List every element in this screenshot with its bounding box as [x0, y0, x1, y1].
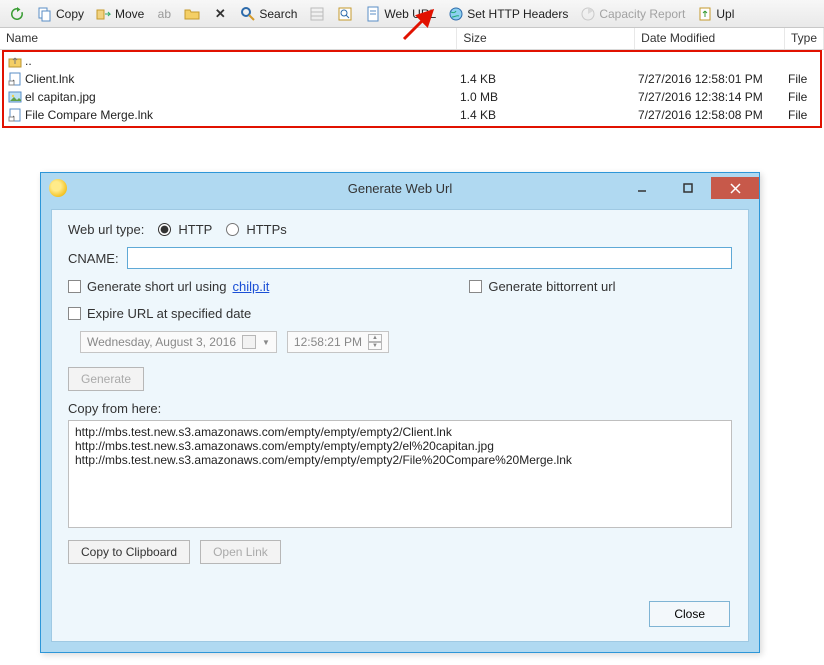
file-row-up[interactable]: ..	[4, 52, 820, 70]
copy-icon	[37, 6, 53, 22]
shortcut-icon	[8, 72, 22, 86]
close-button[interactable]: Close	[649, 601, 730, 627]
up-folder-icon	[8, 54, 22, 68]
file-row[interactable]: Client.lnk 1.4 KB 7/27/2016 12:58:01 PM …	[4, 70, 820, 88]
url-output[interactable]: http://mbs.test.new.s3.amazonaws.com/emp…	[68, 420, 732, 528]
col-date[interactable]: Date Modified	[635, 28, 785, 49]
delete-button[interactable]: ✕	[207, 3, 233, 25]
calendar-icon	[242, 335, 256, 349]
file-type: File	[788, 108, 820, 122]
file-date: 7/27/2016 12:58:08 PM	[638, 108, 788, 122]
copy-from-label: Copy from here:	[68, 401, 732, 416]
globe-icon	[448, 6, 464, 22]
maximize-button[interactable]	[665, 177, 711, 199]
checkbox-icon	[68, 280, 81, 293]
col-size[interactable]: Size	[457, 28, 635, 49]
chk-bittorrent[interactable]: Generate bittorrent url	[469, 279, 615, 294]
file-size: 1.4 KB	[460, 108, 638, 122]
file-date: 7/27/2016 12:38:14 PM	[638, 90, 788, 104]
preview-icon	[337, 6, 353, 22]
web-url-type-label: Web url type:	[68, 222, 144, 237]
file-name: el capitan.jpg	[25, 90, 96, 104]
chk-expire[interactable]: Expire URL at specified date	[68, 306, 732, 321]
web-url-button[interactable]: Web URL	[360, 3, 441, 25]
search-label: Search	[259, 7, 297, 21]
generate-button[interactable]: Generate	[68, 367, 144, 391]
file-type: File	[788, 90, 820, 104]
url-line: http://mbs.test.new.s3.amazonaws.com/emp…	[75, 439, 725, 453]
checkbox-icon	[68, 307, 81, 320]
app-icon	[49, 179, 67, 197]
search-icon	[240, 6, 256, 22]
main-toolbar: Copy Move ab ✕ Search Web URL	[0, 0, 824, 28]
file-name: File Compare Merge.lnk	[25, 108, 153, 122]
file-size: 1.4 KB	[460, 72, 638, 86]
file-type: File	[788, 72, 820, 86]
dialog-body: Web url type: HTTP HTTPs CNAME: Generate…	[51, 209, 749, 642]
rename-icon: ab	[156, 6, 172, 22]
open-folder-button[interactable]	[179, 3, 205, 25]
grid-button[interactable]	[304, 3, 330, 25]
copy-label: Copy	[56, 7, 84, 21]
capacity-button[interactable]: Capacity Report	[575, 3, 690, 25]
url-line: http://mbs.test.new.s3.amazonaws.com/emp…	[75, 453, 725, 467]
chilp-link[interactable]: chilp.it	[232, 279, 269, 294]
folder-open-icon	[184, 6, 200, 22]
file-row[interactable]: File Compare Merge.lnk 1.4 KB 7/27/2016 …	[4, 106, 820, 124]
web-url-label: Web URL	[384, 7, 436, 21]
capacity-label: Capacity Report	[599, 7, 685, 21]
refresh-icon	[9, 6, 25, 22]
col-type[interactable]: Type	[785, 28, 824, 49]
open-link-button[interactable]: Open Link	[200, 540, 281, 564]
window-close-button[interactable]	[711, 177, 759, 199]
radio-http-input[interactable]	[158, 223, 171, 236]
dialog-titlebar[interactable]: Generate Web Url	[41, 173, 759, 203]
set-headers-label: Set HTTP Headers	[467, 7, 568, 21]
col-name[interactable]: Name	[0, 28, 457, 49]
file-name: Client.lnk	[25, 72, 74, 86]
move-icon	[96, 6, 112, 22]
copy-clipboard-button[interactable]: Copy to Clipboard	[68, 540, 190, 564]
file-row[interactable]: el capitan.jpg 1.0 MB 7/27/2016 12:38:14…	[4, 88, 820, 106]
chevron-down-icon: ▼	[262, 338, 270, 347]
cname-label: CNAME:	[68, 251, 119, 266]
time-value: 12:58:21 PM	[294, 335, 362, 349]
minimize-button[interactable]	[619, 177, 665, 199]
file-list: .. Client.lnk 1.4 KB 7/27/2016 12:58:01 …	[2, 50, 822, 128]
file-size: 1.0 MB	[460, 90, 638, 104]
copy-button[interactable]: Copy	[32, 3, 89, 25]
file-date: 7/27/2016 12:58:01 PM	[638, 72, 788, 86]
chart-icon	[580, 6, 596, 22]
cname-input[interactable]	[127, 247, 732, 269]
set-headers-button[interactable]: Set HTTP Headers	[443, 3, 573, 25]
expire-date-picker[interactable]: Wednesday, August 3, 2016 ▼	[80, 331, 277, 353]
url-line: http://mbs.test.new.s3.amazonaws.com/emp…	[75, 425, 725, 439]
upload-icon	[697, 6, 713, 22]
radio-https-input[interactable]	[226, 223, 239, 236]
search-button[interactable]: Search	[235, 3, 302, 25]
expire-time-picker[interactable]: 12:58:21 PM ▲▼	[287, 331, 389, 353]
upload-button[interactable]: Upl	[692, 3, 739, 25]
upload-label: Upl	[716, 7, 734, 21]
rename-button[interactable]: ab	[151, 3, 177, 25]
spinner-icon: ▲▼	[368, 334, 382, 350]
columns-header: Name Size Date Modified Type	[0, 28, 824, 50]
checkbox-icon	[469, 280, 482, 293]
shortcut-icon	[8, 108, 22, 122]
grid-icon	[309, 6, 325, 22]
date-value: Wednesday, August 3, 2016	[87, 335, 236, 349]
generate-web-url-dialog: Generate Web Url Web url type: HTTP HTTP…	[40, 172, 760, 653]
move-button[interactable]: Move	[91, 3, 149, 25]
radio-https[interactable]: HTTPs	[220, 222, 286, 237]
file-name: ..	[25, 54, 32, 68]
page-icon	[365, 6, 381, 22]
delete-x-icon: ✕	[212, 6, 228, 22]
preview-button[interactable]	[332, 3, 358, 25]
move-label: Move	[115, 7, 144, 21]
radio-http[interactable]: HTTP	[152, 222, 212, 237]
image-icon	[8, 90, 22, 104]
chk-short-url[interactable]: Generate short url using chilp.it	[68, 279, 269, 294]
refresh-button[interactable]	[4, 3, 30, 25]
